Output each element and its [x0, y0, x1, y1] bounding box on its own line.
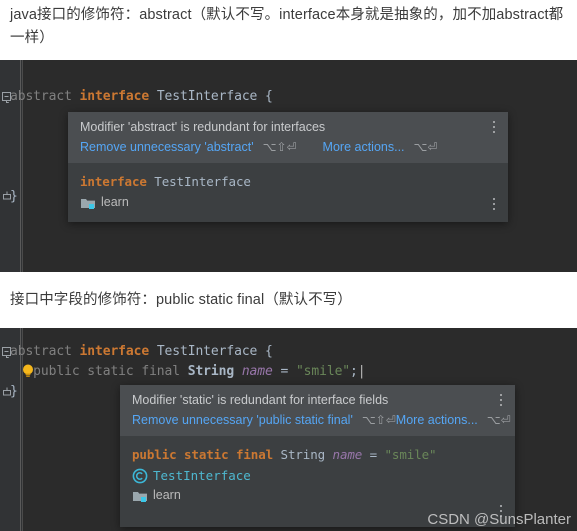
preview-code-line: public static final String name = "smile…: [132, 445, 503, 465]
code-token: "smile": [295, 364, 351, 379]
remove-unnecessary-public-static-final-link[interactable]: Remove unnecessary 'public static final': [132, 413, 353, 427]
intention-popup-static[interactable]: Modifier 'static' is redundant for inter…: [120, 385, 515, 527]
code-line: }: [10, 187, 18, 207]
code-token: String: [187, 364, 235, 379]
popup-title: Modifier 'static' is redundant for inter…: [132, 393, 389, 407]
code-token: TestInterface: [149, 344, 265, 359]
code-line: public static final String name = "smile…: [10, 362, 366, 382]
package-folder-icon: [132, 488, 148, 504]
code-token: TestInterface: [146, 174, 251, 189]
code-token: =: [272, 364, 296, 379]
interface-class-icon: [132, 468, 148, 484]
more-options-icon[interactable]: [495, 394, 507, 410]
more-actions-link[interactable]: More actions...: [396, 413, 478, 427]
code-editor-abstract-interface[interactable]: abstract interface TestInterface { } Mod…: [0, 60, 577, 272]
secondary-shortcut-hint: ⌥⏎: [413, 140, 438, 154]
code-token: abstract: [10, 89, 80, 104]
code-token: name: [332, 447, 363, 462]
code-token: "smile": [384, 447, 437, 462]
code-token: |: [357, 364, 366, 379]
popup-preview: public static final String name = "smile…: [120, 436, 515, 527]
code-token: name: [241, 364, 273, 379]
popup-header: Modifier 'abstract' is redundant for int…: [68, 112, 508, 163]
code-token: }: [10, 384, 18, 399]
primary-shortcut-hint: ⌥⇧⏎: [361, 413, 396, 427]
popup-action-row: Remove unnecessary 'public static final'…: [120, 411, 515, 436]
breadcrumb-package-learn[interactable]: learn: [80, 193, 496, 212]
popup-header: Modifier 'static' is redundant for inter…: [120, 385, 515, 436]
code-token: {: [265, 344, 273, 359]
popup-action-row: Remove unnecessary 'abstract' ⌥⇧⏎ More a…: [68, 138, 508, 163]
primary-shortcut-hint: ⌥⇧⏎: [262, 140, 297, 154]
code-token: {: [265, 89, 273, 104]
remove-unnecessary-abstract-link[interactable]: Remove unnecessary 'abstract': [80, 140, 254, 154]
preview-code-line: interface TestInterface: [80, 172, 496, 192]
more-options-icon[interactable]: [488, 121, 500, 137]
code-token: interface: [80, 174, 147, 189]
breadcrumb-label: learn: [101, 195, 129, 209]
code-line: abstract interface TestInterface {: [10, 87, 273, 107]
breadcrumb-interface-testinterface[interactable]: TestInterface: [132, 466, 503, 485]
code-token: public static final: [132, 447, 274, 462]
more-actions-link[interactable]: More actions...: [323, 140, 405, 154]
secondary-shortcut-hint: ⌥⏎: [486, 413, 511, 427]
code-token: interface: [79, 89, 150, 104]
code-token: public static final: [10, 364, 188, 379]
popup-title: Modifier 'abstract' is redundant for int…: [80, 120, 326, 134]
code-token: interface: [79, 344, 150, 359]
popup-preview: interface TestInterface learn: [68, 163, 508, 222]
code-token: abstract: [10, 344, 80, 359]
more-options-icon[interactable]: [488, 198, 500, 214]
breadcrumb-package-learn[interactable]: learn: [132, 486, 503, 505]
code-token: TestInterface: [149, 89, 265, 104]
package-folder-icon: [80, 195, 96, 211]
code-token: ;: [350, 364, 358, 379]
code-token: =: [362, 447, 385, 462]
more-options-icon[interactable]: [495, 505, 507, 521]
code-token: String: [273, 447, 326, 462]
paragraph-abstract-modifier: java接口的修饰符：abstract（默认不写。interface本身就是抽象…: [10, 7, 564, 46]
code-editor-static-field[interactable]: abstract interface TestInterface { publi…: [0, 328, 577, 531]
paragraph-field-modifier: 接口中字段的修饰符：public static final（默认不写）: [10, 292, 352, 308]
breadcrumb-label: learn: [153, 488, 181, 502]
code-line: }: [10, 382, 18, 402]
code-line: abstract interface TestInterface {: [10, 342, 273, 362]
breadcrumb-label: TestInterface: [153, 468, 251, 483]
code-token: }: [10, 189, 18, 204]
intention-popup-abstract[interactable]: Modifier 'abstract' is redundant for int…: [68, 112, 508, 222]
